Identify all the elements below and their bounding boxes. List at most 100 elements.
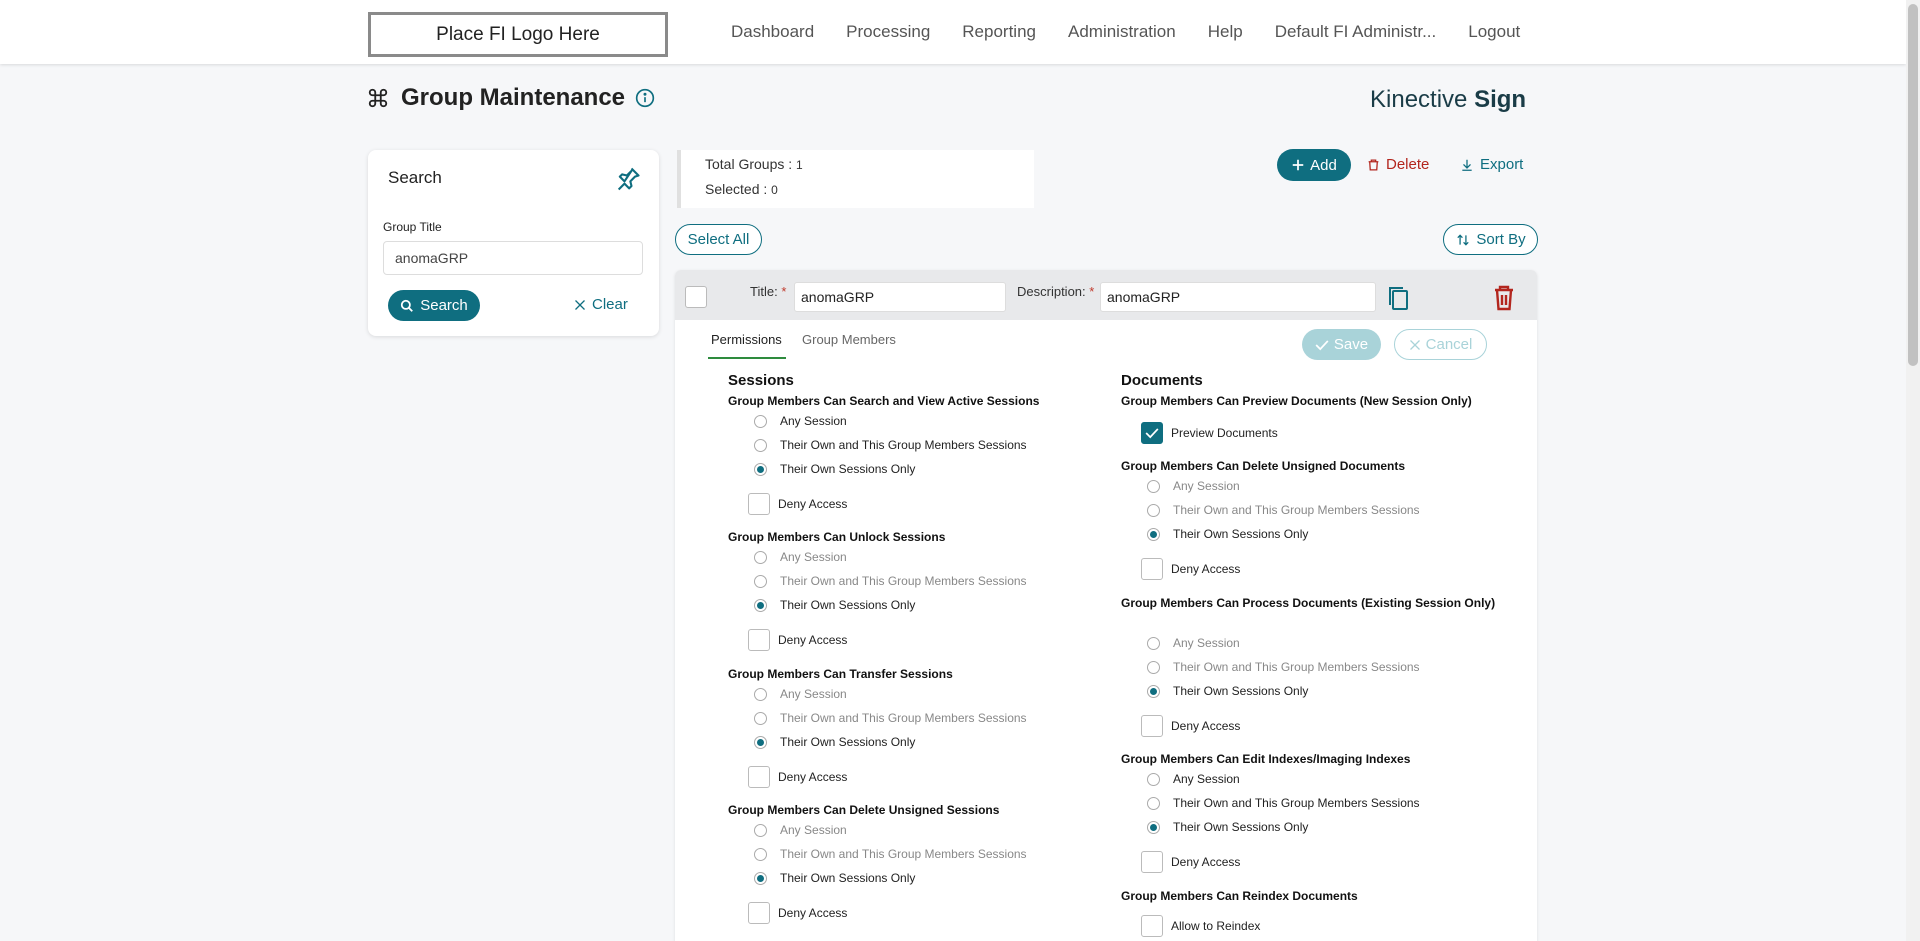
radio-button[interactable] <box>1147 796 1160 810</box>
radio-own-group-sessions[interactable]: Their Own and This Group Members Session… <box>1147 660 1420 674</box>
radio-button[interactable] <box>754 847 767 861</box>
radio-button[interactable] <box>754 550 767 564</box>
radio-own-sessions-only[interactable]: Their Own Sessions Only <box>754 871 915 885</box>
checkbox[interactable] <box>748 493 770 515</box>
deny-access-checkbox[interactable]: Deny Access <box>748 629 847 651</box>
delete-button[interactable]: Delete <box>1367 156 1429 173</box>
checkbox[interactable] <box>1141 915 1163 937</box>
nav-processing[interactable]: Processing <box>846 22 930 42</box>
pin-icon[interactable] <box>614 165 642 193</box>
cancel-button-label: Cancel <box>1425 336 1473 353</box>
radio-own-group-sessions[interactable]: Their Own and This Group Members Session… <box>1147 503 1420 517</box>
radio-own-sessions-only[interactable]: Their Own Sessions Only <box>754 462 915 476</box>
checkbox-label: Deny Access <box>1171 855 1241 869</box>
radio-button[interactable] <box>754 711 767 725</box>
checkbox-checked[interactable] <box>1141 422 1163 444</box>
radio-button[interactable] <box>1147 684 1160 698</box>
deny-access-checkbox[interactable]: Deny Access <box>748 766 847 788</box>
nav-user-menu[interactable]: Default FI Administr... <box>1275 22 1437 42</box>
radio-button[interactable] <box>754 823 767 837</box>
perm-documents-edit-indexes: Group Members Can Edit Indexes/Imaging I… <box>1121 752 1411 766</box>
checkbox[interactable] <box>748 902 770 924</box>
group-title-input[interactable]: anomaGRP <box>383 241 643 275</box>
clear-button[interactable]: Clear <box>574 296 628 313</box>
add-button[interactable]: Add <box>1277 149 1351 181</box>
copy-icon[interactable] <box>1386 285 1410 311</box>
radio-own-sessions-only[interactable]: Their Own Sessions Only <box>1147 684 1308 698</box>
radio-own-sessions-only[interactable]: Their Own Sessions Only <box>1147 527 1308 541</box>
radio-any-session[interactable]: Any Session <box>1147 479 1240 493</box>
radio-button[interactable] <box>1147 479 1160 493</box>
radio-own-sessions-only[interactable]: Their Own Sessions Only <box>1147 820 1308 834</box>
cancel-button[interactable]: Cancel <box>1394 329 1487 360</box>
radio-own-group-sessions[interactable]: Their Own and This Group Members Session… <box>754 574 1027 588</box>
radio-own-group-sessions[interactable]: Their Own and This Group Members Session… <box>1147 796 1420 810</box>
allow-reindex-checkbox[interactable]: Allow to Reindex <box>1141 915 1260 937</box>
title-label: Title: * <box>750 284 786 299</box>
radio-any-session[interactable]: Any Session <box>754 550 847 564</box>
deny-access-checkbox[interactable]: Deny Access <box>1141 851 1240 873</box>
export-button[interactable]: Export <box>1460 156 1523 173</box>
radio-button[interactable] <box>1147 820 1160 834</box>
radio-button[interactable] <box>1147 503 1160 517</box>
page-title: Group Maintenance <box>401 84 626 111</box>
title-input[interactable]: anomaGRP <box>794 282 1006 312</box>
selected-value: 0 <box>771 183 778 197</box>
radio-own-group-sessions[interactable]: Their Own and This Group Members Session… <box>754 711 1027 725</box>
nav-dashboard[interactable]: Dashboard <box>731 22 814 42</box>
radio-button[interactable] <box>1147 636 1160 650</box>
radio-any-session[interactable]: Any Session <box>754 687 847 701</box>
logo-placeholder[interactable]: Place FI Logo Here <box>368 12 668 57</box>
checkbox[interactable] <box>1141 558 1163 580</box>
radio-button[interactable] <box>1147 660 1160 674</box>
deny-access-checkbox[interactable]: Deny Access <box>748 902 847 924</box>
deny-access-checkbox[interactable]: Deny Access <box>1141 558 1240 580</box>
nav-administration[interactable]: Administration <box>1068 22 1176 42</box>
checkbox[interactable] <box>748 766 770 788</box>
radio-own-group-sessions[interactable]: Their Own and This Group Members Session… <box>754 438 1027 452</box>
sort-by-label: Sort By <box>1476 231 1526 248</box>
nav-help[interactable]: Help <box>1208 22 1243 42</box>
radio-button[interactable] <box>754 462 767 476</box>
radio-button[interactable] <box>754 735 767 749</box>
radio-own-sessions-only[interactable]: Their Own Sessions Only <box>754 598 915 612</box>
trash-icon[interactable] <box>1493 285 1515 311</box>
tab-group-members[interactable]: Group Members <box>802 332 896 347</box>
select-all-button[interactable]: Select All <box>675 224 762 255</box>
radio-button[interactable] <box>754 871 767 885</box>
radio-label: Any Session <box>780 687 847 701</box>
export-button-label: Export <box>1480 156 1524 173</box>
radio-button[interactable] <box>754 438 767 452</box>
deny-access-checkbox[interactable]: Deny Access <box>748 493 847 515</box>
radio-any-session[interactable]: Any Session <box>754 414 847 428</box>
close-icon <box>1409 339 1420 350</box>
radio-own-sessions-only[interactable]: Their Own Sessions Only <box>754 735 915 749</box>
radio-button[interactable] <box>754 687 767 701</box>
page-scrollbar-thumb[interactable] <box>1908 4 1918 366</box>
description-input[interactable]: anomaGRP <box>1100 282 1376 312</box>
deny-access-checkbox[interactable]: Deny Access <box>1141 715 1240 737</box>
tab-permissions[interactable]: Permissions <box>711 332 782 347</box>
sort-by-button[interactable]: Sort By <box>1443 224 1538 255</box>
radio-button[interactable] <box>754 598 767 612</box>
checkbox[interactable] <box>1141 715 1163 737</box>
radio-own-group-sessions[interactable]: Their Own and This Group Members Session… <box>754 847 1027 861</box>
preview-documents-checkbox[interactable]: Preview Documents <box>1141 422 1278 444</box>
checkbox[interactable] <box>748 629 770 651</box>
nav-reporting[interactable]: Reporting <box>962 22 1036 42</box>
radio-any-session[interactable]: Any Session <box>1147 772 1240 786</box>
checkbox[interactable] <box>1141 851 1163 873</box>
nav-logout[interactable]: Logout <box>1468 22 1520 42</box>
radio-label: Their Own and This Group Members Session… <box>1173 660 1420 674</box>
perm-documents-process: Group Members Can Process Documents (Exi… <box>1121 596 1496 610</box>
radio-button[interactable] <box>754 574 767 588</box>
radio-any-session[interactable]: Any Session <box>754 823 847 837</box>
radio-any-session[interactable]: Any Session <box>1147 636 1240 650</box>
radio-button[interactable] <box>1147 527 1160 541</box>
save-button[interactable]: Save <box>1302 329 1381 360</box>
radio-button[interactable] <box>1147 772 1160 786</box>
search-button[interactable]: Search <box>388 290 480 321</box>
radio-button[interactable] <box>754 414 767 428</box>
info-icon[interactable] <box>635 88 655 108</box>
group-select-checkbox[interactable] <box>685 286 707 308</box>
